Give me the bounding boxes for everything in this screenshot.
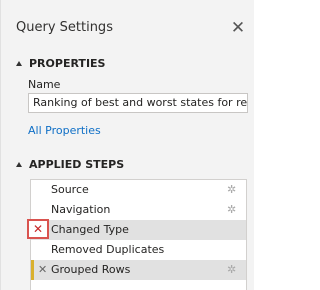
- step-label: Removed Duplicates: [51, 243, 165, 256]
- delete-step-icon[interactable]: ✕: [38, 260, 47, 280]
- gear-icon[interactable]: ✲: [227, 180, 236, 200]
- step-removed-duplicates[interactable]: Removed Duplicates: [31, 240, 246, 260]
- query-settings-pane: Query Settings ✕ PROPERTIES Name Ranking…: [0, 0, 254, 290]
- applied-steps-list: Source ✲ Navigation ✲ Changed Type Remov…: [30, 179, 247, 290]
- step-changed-type[interactable]: Changed Type: [31, 220, 246, 240]
- step-navigation[interactable]: Navigation ✲: [31, 200, 246, 220]
- query-name-input[interactable]: Ranking of best and worst states for ret…: [28, 93, 248, 113]
- step-label: Grouped Rows: [51, 263, 131, 276]
- gear-icon[interactable]: ✲: [227, 260, 236, 280]
- step-label: Source: [51, 183, 89, 196]
- applied-steps-header-label: APPLIED STEPS: [29, 158, 125, 171]
- step-grouped-rows[interactable]: ✕ Grouped Rows ✲: [31, 260, 246, 280]
- all-properties-link[interactable]: All Properties: [28, 124, 101, 137]
- name-label: Name: [28, 78, 61, 91]
- properties-section-header[interactable]: PROPERTIES: [16, 57, 105, 70]
- applied-steps-section-header[interactable]: APPLIED STEPS: [16, 158, 124, 171]
- collapse-triangle-icon: [16, 162, 22, 167]
- close-icon[interactable]: ✕: [226, 16, 250, 40]
- gear-icon[interactable]: ✲: [227, 200, 236, 220]
- properties-header-label: PROPERTIES: [29, 57, 106, 70]
- step-source[interactable]: Source ✲: [31, 180, 246, 200]
- pane-title: Query Settings: [16, 20, 113, 35]
- delete-step-icon[interactable]: ✕: [27, 219, 49, 239]
- step-label: Changed Type: [51, 223, 129, 236]
- step-label: Navigation: [51, 203, 111, 216]
- collapse-triangle-icon: [16, 61, 22, 66]
